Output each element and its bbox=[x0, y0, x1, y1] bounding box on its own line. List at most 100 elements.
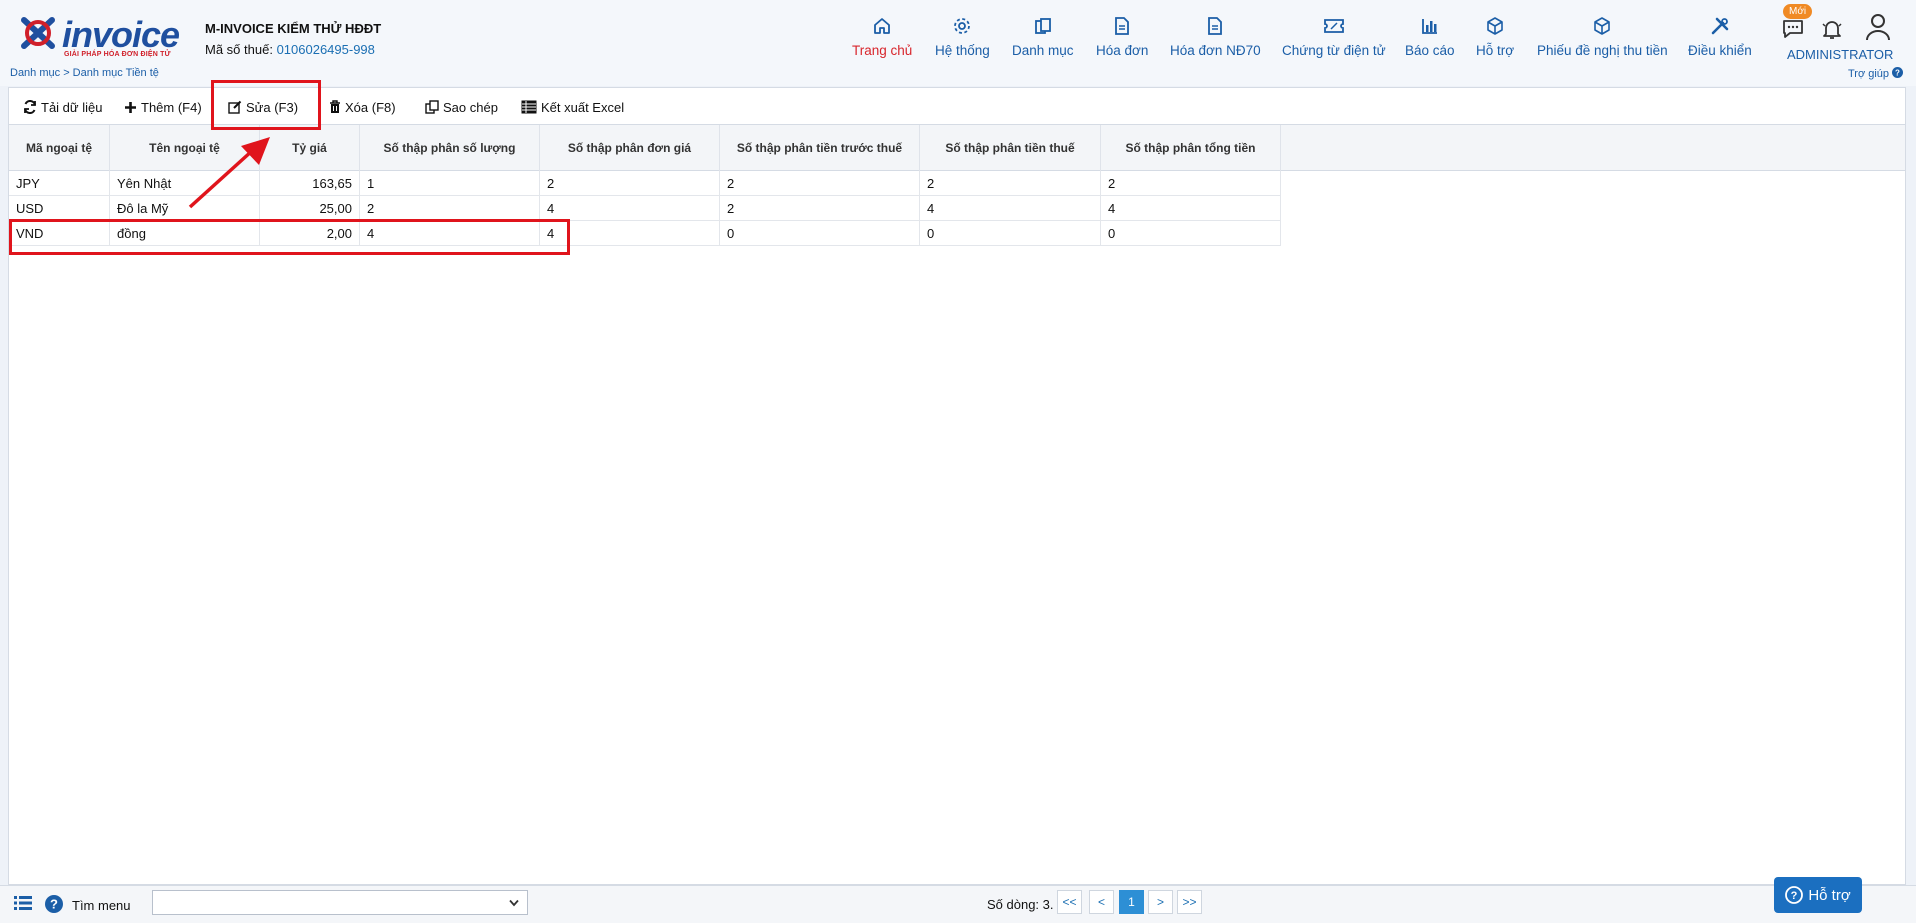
cell-qty-decimals: 2 bbox=[360, 196, 540, 221]
nav-payment-request[interactable]: Phiếu đề nghị thu tiền bbox=[1537, 12, 1668, 66]
cell-tax-decimals: 2 bbox=[920, 171, 1101, 196]
add-button[interactable]: Thêm (F4) bbox=[124, 98, 202, 116]
nav-catalog[interactable]: Danh mục bbox=[1012, 12, 1074, 66]
highlight-vnd-row bbox=[9, 219, 570, 255]
cell-pretax-decimals: 2 bbox=[720, 196, 920, 221]
nav-home[interactable]: Trang chủ bbox=[852, 12, 912, 66]
column-header[interactable]: Mã ngoại tệ bbox=[9, 125, 110, 171]
column-header[interactable]: Số thập phân tiền thuế bbox=[920, 125, 1101, 171]
pager-page-button[interactable]: 1 bbox=[1119, 890, 1144, 914]
nav-support[interactable]: Hỗ trợ bbox=[1476, 12, 1514, 66]
logo-tagline: GIẢI PHÁP HÓA ĐƠN ĐIỆN TỬ bbox=[64, 51, 171, 58]
copy-label: Sao chép bbox=[443, 99, 498, 115]
nav-invoice[interactable]: Hóa đơn bbox=[1096, 12, 1148, 66]
copy-icon bbox=[425, 100, 439, 114]
tax-code: Mã số thuế: 0106026495-998 bbox=[205, 42, 375, 57]
cell-pretax-decimals: 2 bbox=[720, 171, 920, 196]
question-circle-icon: ? bbox=[1785, 886, 1804, 904]
new-badge: Mới bbox=[1783, 4, 1813, 19]
help-link-label: Trợ giúp bbox=[1848, 68, 1890, 80]
nav-label: Chứng từ điện tử bbox=[1282, 43, 1386, 58]
bell-icon[interactable] bbox=[1820, 17, 1844, 41]
ticket-icon bbox=[1323, 12, 1345, 40]
gear-icon bbox=[952, 12, 972, 40]
breadcrumb[interactable]: Danh mục > Danh mục Tiền tệ bbox=[10, 67, 159, 79]
nav-label: Hệ thống bbox=[935, 43, 990, 58]
cell-currency-code: USD bbox=[9, 196, 110, 221]
footer-bar: ? Tìm menu Số dòng: 3. bbox=[0, 885, 1916, 923]
logo[interactable]: invoice GIẢI PHÁP HÓA ĐƠN ĐIỆN TỬ bbox=[18, 12, 183, 58]
nav-invoice-nd70[interactable]: Hóa đơn NĐ70 bbox=[1170, 12, 1261, 66]
user-name[interactable]: ADMINISTRATOR bbox=[1787, 47, 1893, 62]
home-icon bbox=[872, 12, 892, 40]
cell-exchange-rate: 163,65 bbox=[260, 171, 360, 196]
plus-icon bbox=[125, 101, 136, 113]
svg-text:?: ? bbox=[1895, 69, 1900, 78]
reload-button[interactable]: Tải dữ liệu bbox=[23, 98, 102, 116]
bar-chart-icon bbox=[1420, 12, 1440, 40]
column-header[interactable]: Số thập phân đơn giá bbox=[540, 125, 720, 171]
pager-last-button[interactable]: >> bbox=[1177, 890, 1202, 914]
support-button[interactable]: ? Hỗ trợ bbox=[1774, 877, 1862, 913]
cell-qty-decimals: 1 bbox=[360, 171, 540, 196]
list-icon[interactable] bbox=[14, 895, 32, 911]
cell-exchange-rate: 25,00 bbox=[260, 196, 360, 221]
nav-e-documents[interactable]: Chứng từ điện tử bbox=[1282, 12, 1386, 66]
row-count: Số dòng: 3. bbox=[987, 897, 1054, 912]
menu-search-select[interactable] bbox=[152, 890, 528, 915]
highlight-edit-button bbox=[211, 80, 321, 130]
tax-label: Mã số thuế: bbox=[205, 42, 273, 57]
document-icon bbox=[1113, 12, 1131, 40]
svg-text:?: ? bbox=[1791, 890, 1798, 902]
nav-label: Hóa đơn bbox=[1096, 43, 1149, 58]
nav-label: Hỗ trợ bbox=[1476, 43, 1515, 58]
cell-tax-decimals: 0 bbox=[920, 221, 1101, 246]
cell-total-decimals: 0 bbox=[1101, 221, 1281, 246]
company-name: M-INVOICE KIỂM THỬ HĐĐT bbox=[205, 21, 382, 36]
export-excel-button[interactable]: Kết xuất Excel bbox=[521, 98, 624, 116]
cell-pretax-decimals: 0 bbox=[720, 221, 920, 246]
cell-total-decimals: 4 bbox=[1101, 196, 1281, 221]
column-header[interactable]: Số thập phân tiền trước thuế bbox=[720, 125, 920, 171]
cell-currency-code: JPY bbox=[9, 171, 110, 196]
copy-button[interactable]: Sao chép bbox=[425, 98, 498, 116]
nav-label: Điều khiển bbox=[1688, 43, 1752, 58]
nav-reports[interactable]: Báo cáo bbox=[1405, 12, 1455, 66]
menu-search-label: Tìm menu bbox=[72, 898, 131, 913]
nav-label: Phiếu đề nghị thu tiền bbox=[1537, 43, 1668, 58]
app-header: invoice GIẢI PHÁP HÓA ĐƠN ĐIỆN TỬ M-INVO… bbox=[0, 0, 1916, 86]
pager-first-button[interactable]: << bbox=[1057, 890, 1082, 914]
export-label: Kết xuất Excel bbox=[541, 99, 625, 115]
main-panel: Tải dữ liệu Thêm (F4) Sửa (F3) Xóa (F8) … bbox=[8, 87, 1906, 885]
document-icon bbox=[1206, 12, 1224, 40]
cell-tax-decimals: 4 bbox=[920, 196, 1101, 221]
delete-button[interactable]: Xóa (F8) bbox=[329, 98, 396, 116]
nav-system[interactable]: Hệ thống bbox=[935, 12, 990, 66]
chat-icon[interactable] bbox=[1781, 17, 1805, 41]
logo-text: invoice bbox=[62, 14, 180, 55]
question-icon[interactable]: ? bbox=[45, 895, 63, 913]
column-header[interactable]: Số thập phân số lượng bbox=[360, 125, 540, 171]
user-icon[interactable] bbox=[1864, 12, 1892, 42]
trash-icon bbox=[330, 100, 340, 113]
nav-label: Hóa đơn NĐ70 bbox=[1170, 43, 1261, 58]
add-label: Thêm (F4) bbox=[141, 99, 202, 115]
column-header[interactable]: Tỷ giá bbox=[260, 125, 360, 171]
help-link[interactable]: Trợ giúp ? bbox=[1848, 67, 1904, 80]
pager-prev-button[interactable]: < bbox=[1089, 890, 1114, 914]
pager-next-button[interactable]: > bbox=[1148, 890, 1173, 914]
cell-total-decimals: 2 bbox=[1101, 171, 1281, 196]
copy-icon bbox=[1033, 12, 1053, 40]
annotation-arrow-icon bbox=[188, 137, 270, 209]
cube-icon bbox=[1592, 12, 1612, 40]
column-header[interactable]: Số thập phân tổng tiền bbox=[1101, 125, 1281, 171]
nav-label: Báo cáo bbox=[1405, 43, 1455, 58]
cube-icon bbox=[1485, 12, 1505, 40]
tax-value: 0106026495-998 bbox=[276, 42, 375, 57]
nav-label: Danh mục bbox=[1012, 43, 1074, 58]
grid-header: Mã ngoại tệ Tên ngoại tệ Tỷ giá Số thập … bbox=[9, 125, 1905, 171]
tools-icon bbox=[1710, 12, 1730, 40]
chevron-down-icon bbox=[509, 899, 519, 907]
logo-mark-icon bbox=[21, 17, 55, 49]
nav-control[interactable]: Điều khiển bbox=[1688, 12, 1752, 66]
